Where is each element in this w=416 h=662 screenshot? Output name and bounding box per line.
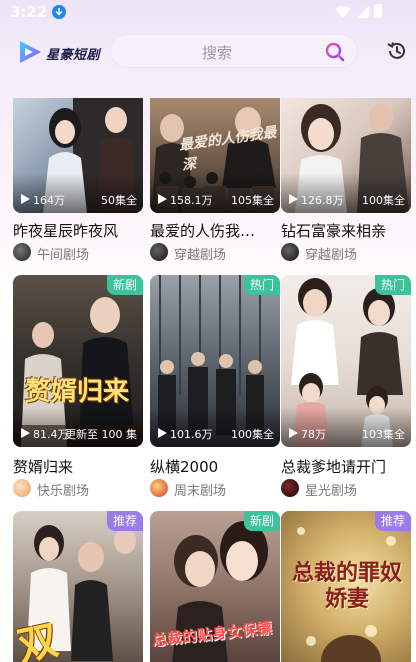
play-count: 101.6万 — [170, 428, 213, 441]
poster[interactable]: 最爱的人伤我最深 158.1万 105集全 — [150, 98, 280, 213]
episode-count: 105集全 — [231, 194, 274, 207]
poster[interactable]: 164万 50集全 — [13, 98, 143, 213]
play-icon — [21, 428, 30, 438]
studio-avatar — [281, 479, 299, 497]
play-count: 164万 — [33, 194, 65, 207]
poster[interactable]: 双 推荐 — [13, 511, 143, 662]
studio-avatar — [281, 243, 299, 261]
play-count: 81.4万 — [33, 428, 69, 441]
poster[interactable]: 总裁的贴身女保镖 新剧 — [150, 511, 280, 662]
play-icon — [289, 428, 298, 438]
status-badge: 热门 — [244, 275, 280, 295]
drama-title[interactable]: 纵横2000 — [150, 456, 218, 477]
poster-title-art: 总裁的罪奴娇妻 — [291, 561, 402, 612]
poster[interactable]: 赘婿归来 新剧 81.4万 更新至 100 集 — [13, 275, 143, 447]
drama-card[interactable]: 热门 78万 103集全 总裁爹地请开门 星光剧场 — [281, 275, 411, 500]
drama-card[interactable]: 最爱的人伤我最深 158.1万 105集全 最爱的人伤我… 穿越剧场 — [150, 98, 280, 263]
studio-avatar — [13, 479, 31, 497]
drama-card[interactable]: 126.8万 100集全 钻石富豪来相亲 穿越剧场 — [281, 98, 411, 263]
drama-card[interactable]: 总裁的罪奴娇妻 推荐 — [281, 511, 411, 662]
drama-title[interactable]: 最爱的人伤我… — [150, 220, 255, 241]
play-count: 158.1万 — [170, 194, 213, 207]
drama-title[interactable]: 钻石富豪来相亲 — [281, 220, 386, 241]
drama-title[interactable]: 赘婿归来 — [13, 456, 73, 477]
episode-count: 50集全 — [101, 194, 137, 207]
play-icon — [289, 194, 298, 204]
poster-title-art: 赘婿归来 — [25, 377, 130, 407]
drama-card[interactable]: 总裁的贴身女保镖 新剧 — [150, 511, 280, 662]
studio-name: 周末剧场 — [174, 484, 227, 499]
poster[interactable]: 热门 78万 103集全 — [281, 275, 411, 447]
drama-card[interactable]: 双 推荐 — [13, 511, 143, 662]
episode-count: 103集全 — [362, 428, 405, 441]
play-icon — [158, 428, 167, 438]
episode-count: 100集全 — [231, 428, 274, 441]
status-badge: 推荐 — [375, 511, 411, 531]
episode-count: 100集全 — [362, 194, 405, 207]
drama-grid: 164万 50集全 昨夜星辰昨夜风 午间剧场 最爱的人伤我最深 158.1万 1… — [0, 0, 416, 662]
episode-count: 更新至 100 集 — [65, 428, 137, 441]
studio-avatar — [150, 243, 168, 261]
poster[interactable]: 热门 101.6万 100集全 — [150, 275, 280, 447]
drama-title[interactable]: 总裁爹地请开门 — [281, 456, 386, 477]
studio-name: 午间剧场 — [37, 248, 90, 263]
drama-card[interactable]: 164万 50集全 昨夜星辰昨夜风 午间剧场 — [13, 98, 143, 263]
studio-name: 穿越剧场 — [174, 248, 227, 263]
drama-title[interactable]: 昨夜星辰昨夜风 — [13, 220, 118, 241]
poster[interactable]: 总裁的罪奴娇妻 推荐 — [281, 511, 411, 662]
studio-avatar — [13, 243, 31, 261]
status-badge: 新剧 — [244, 511, 280, 531]
play-count: 78万 — [301, 428, 326, 441]
status-badge: 推荐 — [107, 511, 143, 531]
status-badge: 热门 — [375, 275, 411, 295]
play-icon — [21, 194, 30, 204]
status-badge: 新剧 — [107, 275, 143, 295]
studio-name: 穿越剧场 — [305, 248, 358, 263]
drama-card[interactable]: 赘婿归来 新剧 81.4万 更新至 100 集 赘婿归来 快乐剧场 — [13, 275, 143, 500]
studio-name: 快乐剧场 — [37, 484, 90, 499]
play-icon — [158, 194, 167, 204]
play-count: 126.8万 — [301, 194, 344, 207]
studio-avatar — [150, 479, 168, 497]
drama-card[interactable]: 热门 101.6万 100集全 纵横2000 周末剧场 — [150, 275, 280, 500]
studio-name: 星光剧场 — [305, 484, 358, 499]
poster[interactable]: 126.8万 100集全 — [281, 98, 411, 213]
